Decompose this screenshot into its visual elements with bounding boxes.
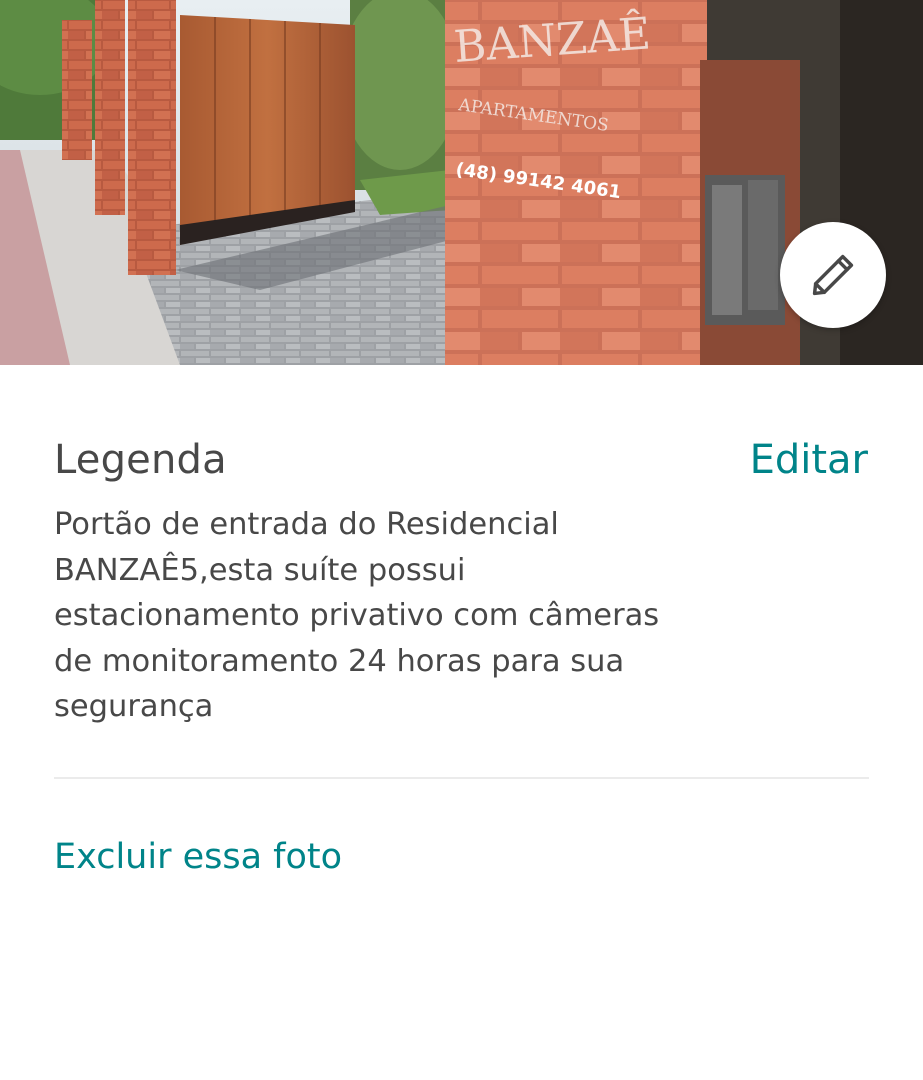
divider [54, 777, 869, 779]
delete-photo-link[interactable]: Excluir essa foto [54, 834, 342, 880]
edit-photo-button[interactable] [780, 222, 886, 328]
pencil-icon [807, 249, 859, 301]
edit-caption-link[interactable]: Editar [750, 432, 868, 488]
listing-photo[interactable]: BANZAÊ APARTAMENTOS (48) 99142 4061 [0, 0, 923, 365]
caption-header: Legenda Editar [54, 432, 868, 488]
caption-title: Legenda [54, 437, 227, 483]
photo-detail-page: BANZAÊ APARTAMENTOS (48) 99142 4061 Lege… [0, 0, 923, 1080]
caption-text: Portão de entrada do Residencial BANZAÊ5… [54, 507, 660, 724]
photo-image: BANZAÊ APARTAMENTOS (48) 99142 4061 [0, 0, 923, 365]
